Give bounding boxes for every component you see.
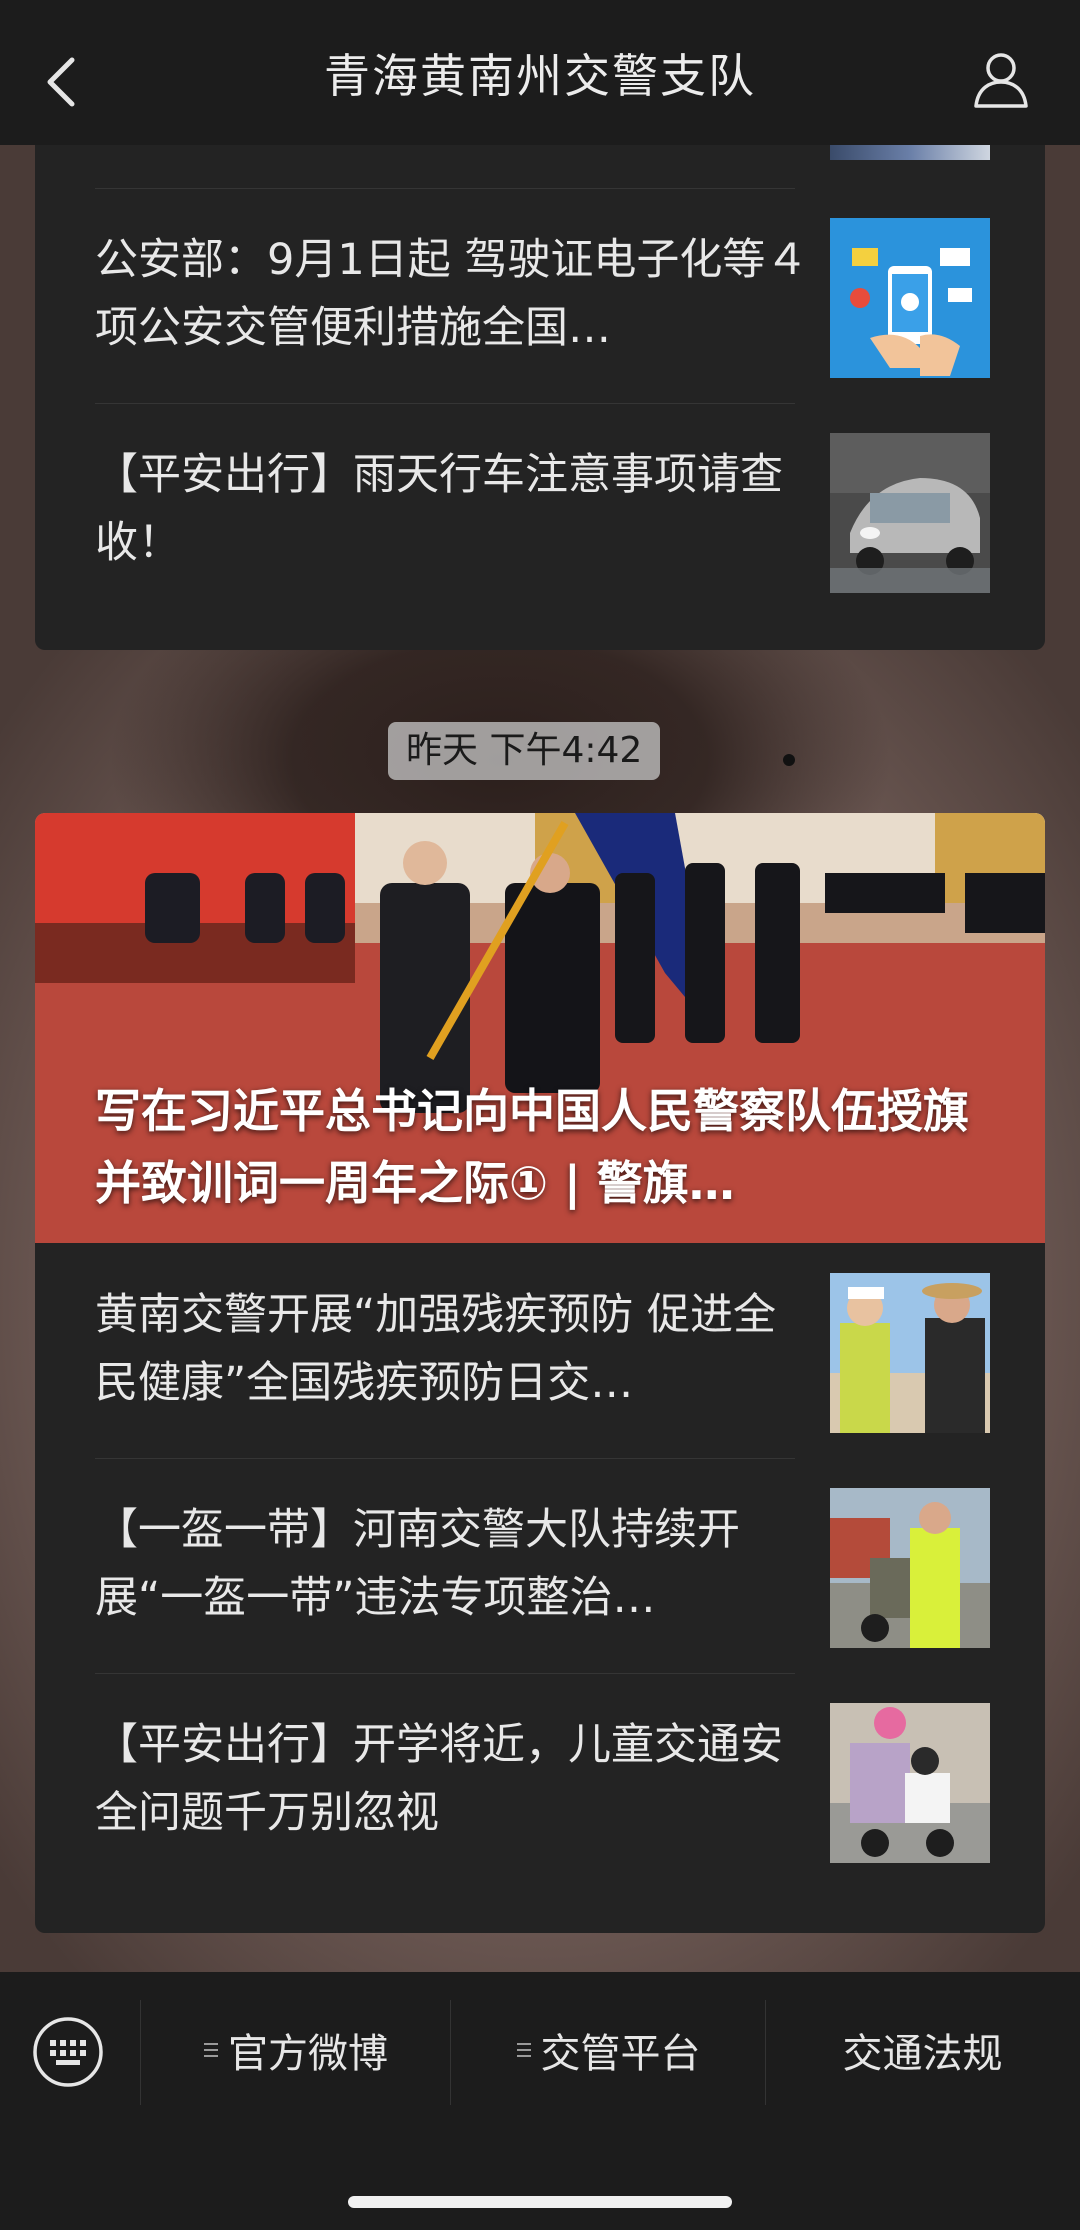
back-arrow-icon: [47, 57, 75, 107]
keyboard-icon: [33, 2017, 103, 2087]
article-title: 黄南交警开展“加强残疾预防 促进全民健康”全国残疾预防日交…: [95, 1290, 776, 1408]
hero-article-title: 写在习近平总书记向中国人民警察队伍授旗并致训词一周年之际① | 警旗…: [95, 1084, 969, 1210]
article-list-item[interactable]: 【平安出行】雨天行车注意事项请查收！: [35, 403, 1045, 613]
profile-icon: [974, 53, 1028, 108]
home-indicator[interactable]: [348, 2196, 732, 2208]
article-thumbnail: [830, 1703, 990, 1863]
menu-item-traffic-platform[interactable]: 交管平台: [450, 1995, 765, 2105]
article-thumbnail: [830, 433, 990, 593]
top-navigation-bar: 青海黄南州交警支队: [0, 0, 1080, 145]
menu-item-traffic-regulations[interactable]: 交通法规: [765, 1995, 1080, 2105]
profile-button[interactable]: [970, 48, 1032, 110]
menu-lines-icon: [204, 2043, 218, 2057]
menu-item-label: 交管平台: [540, 2031, 701, 2077]
previous-article-card: 公安部：9月1日起 驾驶证电子化等４项公安交管便利措施全国… 【平安出行】雨天行…: [35, 100, 1045, 650]
article-title: 【平安出行】开学将近，儿童交通安全问题千万别忽视: [95, 1720, 783, 1838]
article-card: 写在习近平总书记向中国人民警察队伍授旗并致训词一周年之际① | 警旗… 黄南交警…: [35, 813, 1045, 1933]
article-title: 公安部：9月1日起 驾驶证电子化等４项公安交管便利措施全国…: [95, 235, 809, 353]
dot-marker: [783, 754, 795, 766]
menu-item-label: 交通法规: [842, 2031, 1003, 2077]
page-title: 青海黄南州交警支队: [324, 48, 756, 103]
article-thumbnail: [830, 1488, 990, 1648]
article-list-item[interactable]: 公安部：9月1日起 驾驶证电子化等４项公安交管便利措施全国…: [35, 188, 1045, 398]
article-list-item[interactable]: 【一盔一带】河南交警大队持续开展“一盔一带”违法专项整治…: [35, 1458, 1045, 1668]
hero-article[interactable]: 写在习近平总书记向中国人民警察队伍授旗并致训词一周年之际① | 警旗…: [35, 813, 1045, 1243]
article-thumbnail: [830, 1273, 990, 1433]
article-thumbnail: [830, 218, 990, 378]
menu-item-official-weibo[interactable]: 官方微博: [140, 1995, 450, 2105]
article-title: 【平安出行】雨天行车注意事项请查收！: [95, 450, 783, 568]
timestamp: 昨天 下午4:42: [388, 722, 661, 780]
menu-lines-icon: [516, 2043, 531, 2057]
menu-item-label: 官方微博: [228, 2031, 388, 2077]
article-title: 【一盔一带】河南交警大队持续开展“一盔一带”违法专项整治…: [95, 1505, 740, 1623]
article-list-item[interactable]: 黄南交警开展“加强残疾预防 促进全民健康”全国残疾预防日交…: [35, 1243, 1045, 1453]
article-list-item[interactable]: 【平安出行】开学将近，儿童交通安全问题千万别忽视: [35, 1673, 1045, 1883]
keyboard-toggle-button[interactable]: [32, 2016, 104, 2088]
back-button[interactable]: [40, 52, 90, 112]
